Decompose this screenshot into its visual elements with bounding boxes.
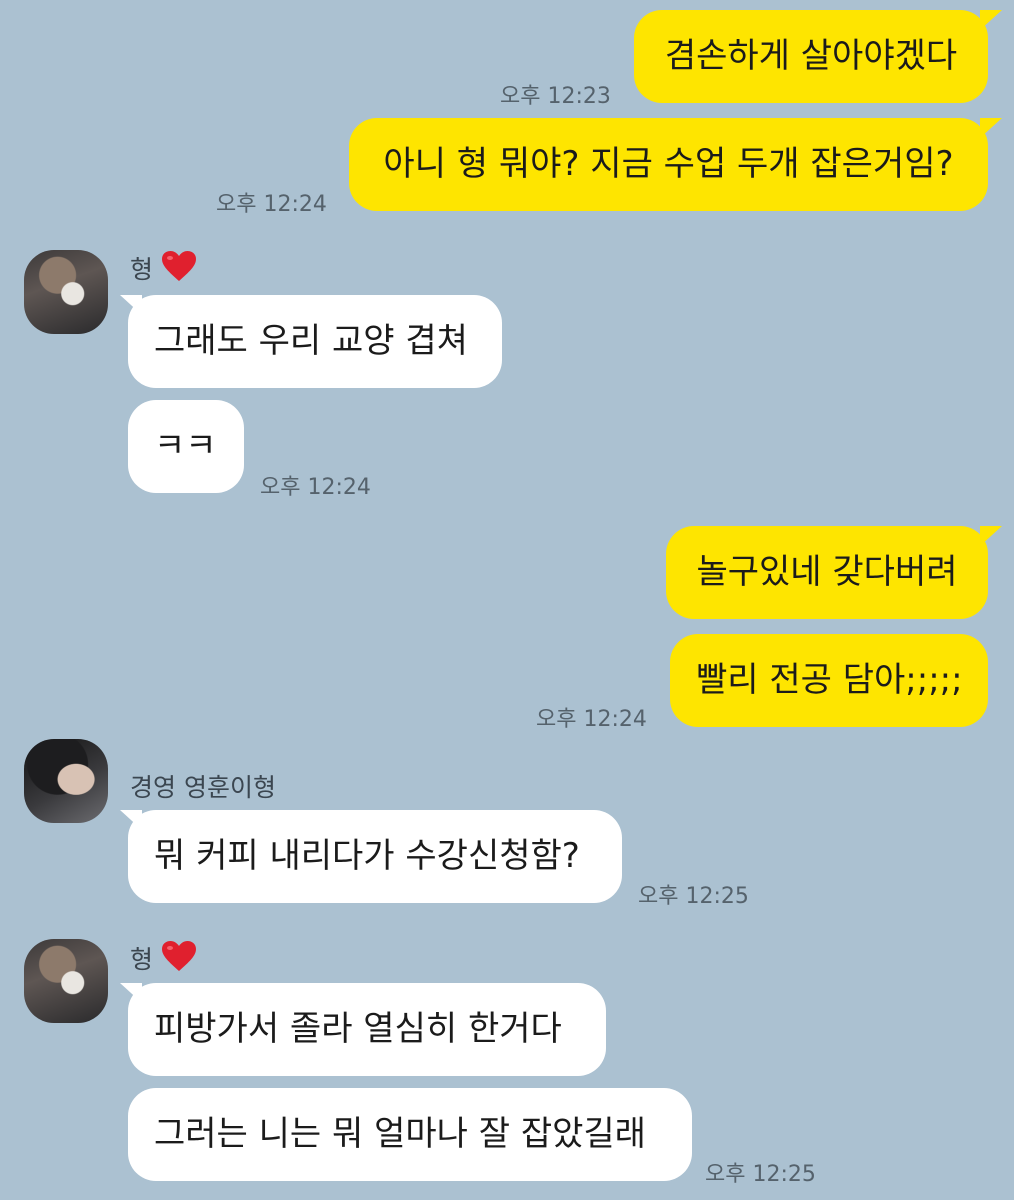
bubble-tail [980, 526, 1002, 546]
message-timestamp: 오후 12:24 [216, 192, 327, 217]
sender-name-text: 형 [130, 945, 154, 974]
message-timestamp: 오후 12:24 [536, 707, 647, 732]
sender-name: 형 [130, 940, 197, 978]
chat-room[interactable]: 겸손하게 살아야겠다 오후 12:23 아니 형 뭐야? 지금 수업 두개 잡은… [0, 0, 1014, 1200]
incoming-message-bubble[interactable]: 그래도 우리 교양 겹쳐 [128, 295, 502, 388]
avatar[interactable] [24, 250, 108, 334]
incoming-message-bubble[interactable]: 피방가서 졸라 열심히 한거다 [128, 983, 606, 1076]
avatar[interactable] [24, 939, 108, 1023]
my-message-bubble[interactable]: 겸손하게 살아야겠다 [634, 10, 988, 103]
sender-name-text: 형 [130, 255, 154, 284]
message-timestamp: 오후 12:25 [705, 1162, 816, 1187]
heart-icon [161, 250, 197, 288]
message-timestamp: 오후 12:23 [500, 84, 611, 109]
bubble-tail [980, 118, 1002, 138]
incoming-message-bubble[interactable]: ㅋㅋ [128, 400, 244, 493]
bubble-tail [980, 10, 1002, 30]
my-message-bubble[interactable]: 빨리 전공 담아;;;;; [670, 634, 988, 727]
incoming-message-bubble[interactable]: 그러는 니는 뭐 얼마나 잘 잡았길래 [128, 1088, 692, 1181]
sender-name: 형 [130, 250, 197, 288]
avatar[interactable] [24, 739, 108, 823]
my-message-bubble[interactable]: 놀구있네 갖다버려 [666, 526, 988, 619]
my-message-bubble[interactable]: 아니 형 뭐야? 지금 수업 두개 잡은거임? [349, 118, 988, 211]
incoming-message-bubble[interactable]: 뭐 커피 내리다가 수강신청함? [128, 810, 622, 903]
heart-icon [161, 940, 197, 978]
message-timestamp: 오후 12:25 [638, 884, 749, 909]
sender-name: 경영 영훈이형 [130, 773, 276, 802]
message-timestamp: 오후 12:24 [260, 475, 371, 500]
